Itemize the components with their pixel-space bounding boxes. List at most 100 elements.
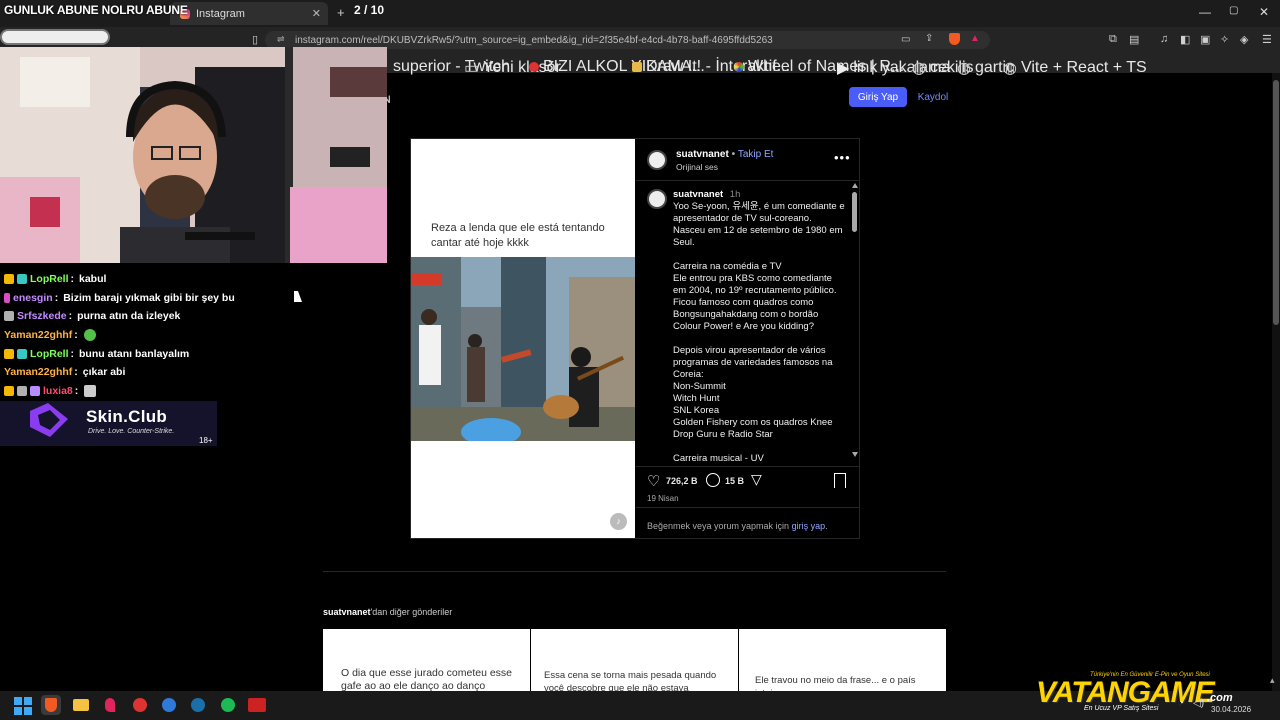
shield-badge-icon xyxy=(4,311,14,322)
app-icon-red[interactable] xyxy=(100,695,120,715)
watermark-domain: .com xyxy=(1207,692,1233,704)
minimize-icon[interactable]: — xyxy=(1199,5,1211,19)
chat-colon: : xyxy=(74,329,78,342)
author-avatar[interactable] xyxy=(647,150,667,170)
reader-icon[interactable]: ▤ xyxy=(1129,33,1139,46)
cast-icon[interactable]: ▭ xyxy=(901,34,910,45)
pin-badge-icon xyxy=(4,292,10,303)
windows-start-icon[interactable] xyxy=(12,695,32,715)
scroll-up-icon[interactable] xyxy=(851,183,858,188)
taskbar-date[interactable]: 30.04.2026 xyxy=(1211,705,1251,714)
chat-user: LopRell xyxy=(30,273,69,286)
bookmark-icon[interactable]: ▯ xyxy=(252,33,258,46)
window-close-icon[interactable]: ✕ xyxy=(1259,5,1269,19)
comment-meta: suatvnanet 1h xyxy=(673,189,740,200)
comment-text: Yoo Se-yoon, 유세윤, é um comediante e apre… xyxy=(673,201,845,464)
audio-label[interactable]: Orijinal ses xyxy=(676,162,718,172)
shield-badge-icon xyxy=(17,385,27,396)
chat-colon: : xyxy=(70,273,75,286)
author-username[interactable]: suatvnanet xyxy=(676,149,729,160)
chat-message: Yaman22ghhf: xyxy=(4,326,384,345)
maximize-icon[interactable]: ▢ xyxy=(1229,5,1238,16)
tab-close-icon[interactable]: ✕ xyxy=(312,7,321,20)
network-icon[interactable]: ◔ xyxy=(1178,698,1184,709)
share-icon[interactable]: ▽ xyxy=(751,471,762,488)
brave-rewards-icon[interactable]: ▲ xyxy=(970,33,980,44)
comment-time: 1h xyxy=(729,189,741,200)
stream-chat: LopRell: kabul enesgin: Bizim barajı yık… xyxy=(4,270,384,400)
like-icon[interactable]: ♡ xyxy=(647,472,660,490)
more-posts-heading: suatvnanet'dan diğer gönderiler xyxy=(323,607,452,617)
more-options-icon[interactable]: ••• xyxy=(834,150,851,165)
scroll-corner-icon[interactable]: ▴ xyxy=(1270,675,1275,686)
chat-colon: : xyxy=(68,310,73,323)
comment-username[interactable]: suatvnanet xyxy=(673,189,723,200)
login-prompt-text: Beğenmek veya yorum yapmak için xyxy=(647,521,790,531)
login-prompt: Beğenmek veya yorum yapmak için giriş ya… xyxy=(647,521,828,531)
menu-icon[interactable]: ☰ xyxy=(1262,33,1272,46)
chat-user: LopRell xyxy=(30,347,69,360)
chat-user: Yaman22ghhf xyxy=(4,329,73,342)
app-icon-thumbnail[interactable] xyxy=(247,695,267,715)
bookmark-item[interactable]: ◍ Vite + React + TS xyxy=(1003,58,1147,78)
media-icon[interactable]: ♫ xyxy=(1160,33,1168,45)
comment-icon[interactable] xyxy=(706,473,720,487)
volume-icon[interactable]: ◁) xyxy=(1193,698,1204,709)
sidebar-toggle-icon[interactable]: ◧ xyxy=(1180,33,1190,46)
sponsor-age: 18+ xyxy=(199,436,213,445)
gift-badge-icon xyxy=(30,385,40,396)
chat-colon: : xyxy=(74,384,79,397)
globe-icon: ◍ xyxy=(957,60,971,77)
more-post-card[interactable]: Ele travou no meio da frase... e o país … xyxy=(739,629,946,691)
play-icon: ▶ xyxy=(837,60,850,77)
signup-link[interactable]: Kaydol xyxy=(914,87,952,107)
extensions-icon[interactable]: ⧉ xyxy=(1109,33,1117,46)
spotify-icon[interactable] xyxy=(218,695,238,715)
file-explorer-icon[interactable] xyxy=(71,695,91,715)
overlay-title: GUNLUK ABUNE NOLRU ABUNE xyxy=(4,3,188,17)
wallet-icon[interactable]: ▣ xyxy=(1200,33,1210,46)
leo-ai-icon[interactable]: ✧ xyxy=(1220,33,1229,46)
section-divider xyxy=(323,571,946,572)
follow-link[interactable]: Takip Et xyxy=(738,149,774,160)
more-post-card[interactable]: Essa cena se torna mais pesada quando vo… xyxy=(531,629,738,691)
login-prompt-link[interactable]: giriş yap xyxy=(792,521,826,531)
chat-text: bunu atanı banlayalım xyxy=(79,347,190,360)
new-tab-icon[interactable]: + xyxy=(337,5,345,20)
site-info-icon[interactable]: ⇌ xyxy=(277,34,285,45)
brave-taskbar-icon[interactable] xyxy=(41,695,61,715)
tab-counter: 2 / 10 xyxy=(354,3,385,17)
bookmark-favicon xyxy=(734,62,744,72)
tab-instagram[interactable]: Instagram ✕ xyxy=(170,2,328,25)
vpn-icon[interactable]: ◈ xyxy=(1240,33,1248,46)
login-button[interactable]: Giriş Yap xyxy=(849,87,907,107)
watermark-sub: En Ucuz VP Satış Sitesi xyxy=(1084,705,1159,712)
comment-avatar[interactable] xyxy=(647,189,667,209)
save-icon[interactable] xyxy=(834,473,846,488)
street-band-scene xyxy=(411,257,635,441)
brave-shield-icon[interactable] xyxy=(949,33,960,45)
login-prompt-suffix: . xyxy=(825,521,828,531)
page-scrollbar-thumb[interactable] xyxy=(1273,80,1279,325)
chat-user: luxia8 xyxy=(43,384,73,397)
crown-badge-icon xyxy=(4,274,14,285)
mute-icon[interactable]: ♪ xyxy=(610,513,627,530)
app-icon-blue[interactable] xyxy=(159,695,179,715)
scroll-down-icon[interactable] xyxy=(851,452,858,457)
card-caption: Essa cena se torna mais pesada quando vo… xyxy=(544,670,717,691)
more-posts-user[interactable]: suatvnanet xyxy=(323,607,371,617)
comment-scroll-thumb[interactable] xyxy=(852,192,857,232)
steam-icon[interactable] xyxy=(188,695,208,715)
page-share-icon[interactable]: ⇪ xyxy=(925,33,933,44)
app-icon-record[interactable] xyxy=(130,695,150,715)
chat-text: kabul xyxy=(79,273,107,286)
chat-user: Srfszkede xyxy=(17,310,67,323)
reel-video-frame[interactable] xyxy=(411,257,635,441)
sponsor-banner[interactable]: Skin.Club Drive. Love. Counter-Strike. 1… xyxy=(0,401,217,446)
emote-icon xyxy=(83,329,96,342)
shield-badge-icon xyxy=(17,348,27,359)
comment-scrollbar[interactable] xyxy=(851,183,858,463)
more-post-card[interactable]: O dia que esse jurado cometeu esse gafe … xyxy=(323,629,530,691)
media-caption: Reza a lenda que ele está tentando canta… xyxy=(431,222,605,249)
mouse-cursor-icon xyxy=(294,291,302,302)
